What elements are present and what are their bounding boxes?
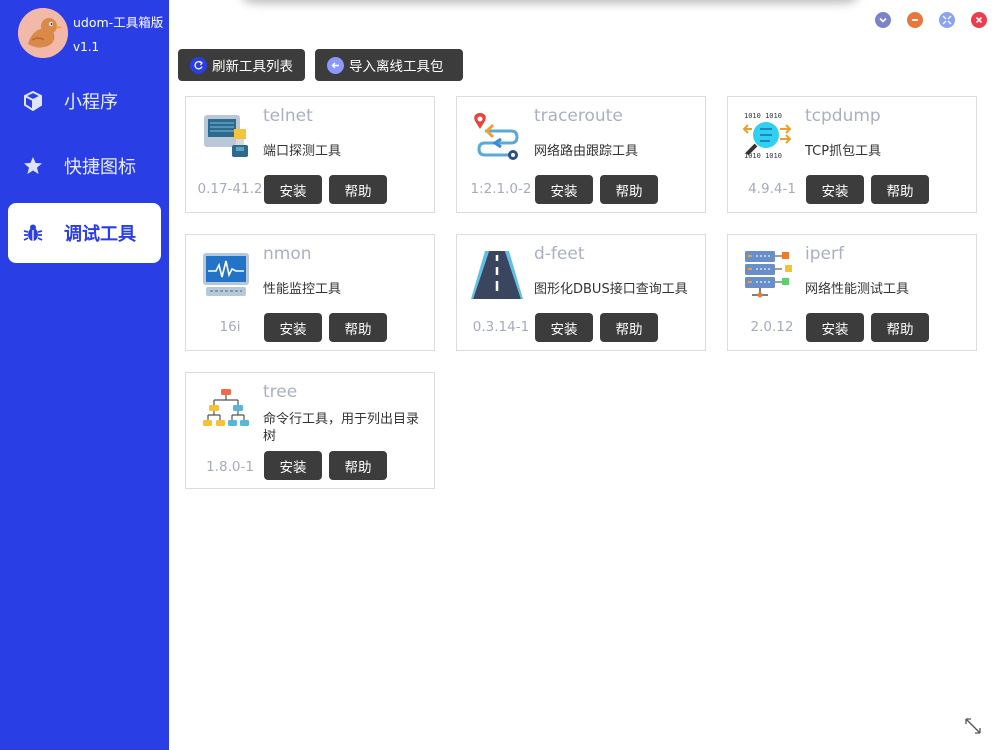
cube-icon	[22, 90, 44, 112]
tool-description: 性能监控工具	[263, 282, 342, 297]
sidebar-item-mini-programs[interactable]: 小程序	[8, 71, 161, 131]
maximize-button[interactable]	[939, 12, 955, 28]
tree-hierarchy-icon	[200, 385, 252, 437]
tool-name: iperf	[805, 244, 844, 264]
sidebar: udom-工具箱版 v1.1 小程序 快捷图标 调试工具	[0, 0, 169, 750]
install-button[interactable]: 安装	[264, 313, 322, 342]
sidebar-item-shortcuts[interactable]: 快捷图标	[8, 136, 161, 196]
road-icon	[471, 247, 523, 299]
tool-name: tree	[263, 382, 298, 402]
import-offline-button[interactable]: 导入离线工具包	[315, 49, 463, 81]
tool-version: 1.8.0-1	[206, 459, 254, 475]
tool-card-d-feet: d-feet 图形化DBUS接口查询工具 0.3.14-1 安装 帮助	[456, 234, 706, 351]
maximize-icon	[942, 15, 952, 25]
tool-name: traceroute	[534, 106, 623, 126]
tool-card-iperf: iperf 网络性能测试工具 2.0.12 安装 帮助	[727, 234, 977, 351]
resize-icon[interactable]	[963, 716, 983, 736]
minimize-icon	[912, 19, 918, 21]
star-icon	[22, 155, 44, 177]
tool-name: d-feet	[534, 244, 585, 264]
tool-version: 16i	[219, 319, 241, 335]
install-button[interactable]: 安装	[806, 175, 864, 204]
tool-version: 0.3.14-1	[472, 319, 530, 335]
sidebar-item-label: 小程序	[64, 92, 118, 113]
tool-description: 网络性能测试工具	[805, 282, 910, 297]
arrow-left-icon	[327, 56, 344, 74]
install-button[interactable]: 安装	[264, 451, 322, 480]
tool-name: telnet	[263, 106, 313, 126]
help-button[interactable]: 帮助	[600, 175, 658, 204]
sidebar-item-label: 快捷图标	[64, 157, 136, 178]
tool-card-tree: tree 命令行工具，用于列出目录树 1.8.0-1 安装 帮助	[185, 372, 435, 489]
svg-text:1010 1010: 1010 1010	[744, 112, 782, 120]
import-offline-label: 导入离线工具包	[349, 59, 444, 75]
network-port-icon	[200, 109, 252, 161]
install-button[interactable]: 安装	[264, 175, 322, 204]
tool-description: 图形化DBUS接口查询工具	[534, 282, 688, 297]
install-button[interactable]: 安装	[535, 175, 593, 204]
tool-description: 命令行工具，用于列出目录树	[263, 412, 420, 444]
route-icon	[471, 109, 523, 161]
tool-description: 网络路由跟踪工具	[534, 144, 639, 159]
install-button[interactable]: 安装	[535, 313, 593, 342]
help-button[interactable]: 帮助	[600, 313, 658, 342]
refresh-tools-button[interactable]: 刷新工具列表	[178, 49, 305, 81]
avatar	[18, 8, 68, 58]
app-header: udom-工具箱版 v1.1	[18, 8, 168, 60]
refresh-icon	[190, 56, 207, 74]
sidebar-item-debug-tools[interactable]: 调试工具	[8, 203, 161, 263]
help-button[interactable]: 帮助	[329, 451, 387, 480]
help-button[interactable]: 帮助	[871, 313, 929, 342]
help-button[interactable]: 帮助	[871, 175, 929, 204]
help-button[interactable]: 帮助	[329, 313, 387, 342]
help-button[interactable]: 帮助	[329, 175, 387, 204]
app-version: v1.1	[73, 40, 100, 54]
tool-name: tcpdump	[805, 106, 881, 126]
tool-description: TCP抓包工具	[805, 144, 882, 159]
server-rack-icon	[742, 247, 794, 299]
tool-name: nmon	[263, 244, 312, 264]
tool-version: 1:2.1.0-2	[470, 181, 532, 197]
tool-description: 端口探测工具	[263, 144, 342, 159]
sidebar-item-label: 调试工具	[64, 224, 136, 245]
collapse-button[interactable]	[875, 12, 891, 28]
tool-version: 4.9.4-1	[748, 181, 796, 197]
install-button[interactable]: 安装	[806, 313, 864, 342]
minimize-button[interactable]	[907, 12, 923, 28]
app-name: udom-工具箱版	[73, 15, 164, 30]
packet-capture-icon: 1010 1010 1010 1010	[742, 109, 794, 161]
chevron-down-icon	[879, 17, 887, 23]
tool-version: 2.0.12	[750, 319, 794, 335]
tool-card-telnet: telnet 端口探测工具 0.17-41.2 安装 帮助	[185, 96, 435, 213]
bug-icon	[22, 222, 44, 244]
tool-card-traceroute: traceroute 网络路由跟踪工具 1:2.1.0-2 安装 帮助	[456, 96, 706, 213]
tool-version: 0.17-41.2	[197, 181, 263, 197]
close-button[interactable]	[971, 12, 987, 28]
tool-card-nmon: nmon 性能监控工具 16i 安装 帮助	[185, 234, 435, 351]
close-icon	[975, 16, 983, 24]
monitor-icon	[200, 247, 252, 299]
refresh-tools-label: 刷新工具列表	[212, 59, 293, 75]
tool-card-tcpdump: 1010 1010 1010 1010 tcpdump TCP抓包工具 4.9.…	[727, 96, 977, 213]
